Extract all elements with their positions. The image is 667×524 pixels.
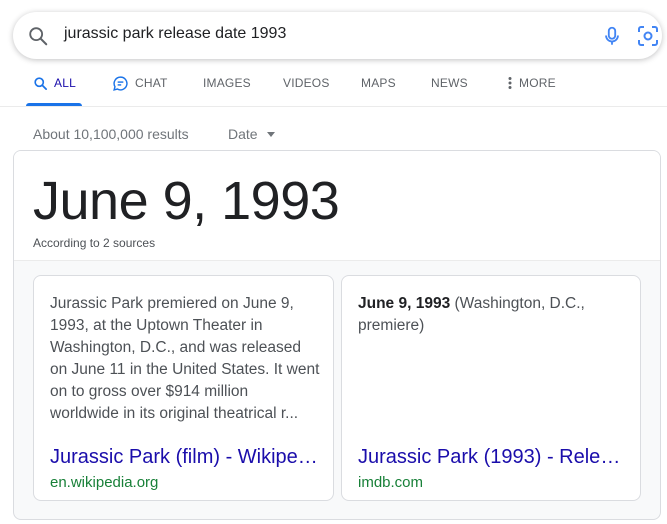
tab-chat[interactable]: CHAT <box>112 60 168 106</box>
sources-note: According to 2 sources <box>33 236 156 250</box>
tab-all[interactable]: ALL <box>33 60 76 106</box>
more-vert-icon <box>508 77 512 89</box>
source-card[interactable]: Jurassic Park premiered on June 9, 1993,… <box>33 275 334 501</box>
tab-more[interactable]: MORE <box>507 60 556 106</box>
date-filter-dropdown[interactable]: Date <box>228 126 275 142</box>
chat-icon <box>113 75 128 91</box>
tab-label: MORE <box>519 76 556 90</box>
snippet-highlight: June 9, 1993 <box>358 295 451 312</box>
caret-down-icon <box>266 131 275 137</box>
results-count: About 10,100,000 results <box>33 126 189 142</box>
source-title-link[interactable]: Jurassic Park (film) - Wikipedia <box>50 446 322 469</box>
active-tab-indicator <box>26 103 82 106</box>
tab-label: MAPS <box>361 76 396 90</box>
microphone-icon[interactable] <box>601 24 623 48</box>
tab-maps[interactable]: MAPS <box>361 60 396 106</box>
tab-label: CHAT <box>135 76 168 90</box>
tab-label: IMAGES <box>203 76 251 90</box>
camera-lens-icon[interactable] <box>636 24 660 48</box>
search-tabs: ALL CHAT IMAGES VIDEOS MAPS NEWS MORE <box>0 60 667 107</box>
tab-images[interactable]: IMAGES <box>203 60 251 106</box>
search-icon <box>29 27 48 46</box>
answer-header: June 9, 1993 According to 2 sources <box>14 151 660 261</box>
tab-label: ALL <box>54 76 76 90</box>
featured-answer-card: June 9, 1993 According to 2 sources Jura… <box>13 150 661 520</box>
answer-value: June 9, 1993 <box>33 171 340 231</box>
source-title-link[interactable]: Jurassic Park (1993) - Release info <box>358 446 630 469</box>
source-url: imdb.com <box>358 474 424 491</box>
source-url: en.wikipedia.org <box>50 474 159 491</box>
tab-label: VIDEOS <box>283 76 330 90</box>
search-icon <box>34 76 47 90</box>
search-input[interactable]: jurassic park release date 1993 <box>64 25 286 43</box>
tab-news[interactable]: NEWS <box>431 60 468 106</box>
search-bar[interactable]: jurassic park release date 1993 <box>13 12 662 59</box>
source-snippet: Jurassic Park premiered on June 9, 1993,… <box>50 295 320 422</box>
date-filter-label: Date <box>228 126 258 142</box>
tab-videos[interactable]: VIDEOS <box>283 60 330 106</box>
source-snippet: June 9, 1993 (Washington, D.C., premiere… <box>358 293 628 337</box>
source-card[interactable]: June 9, 1993 (Washington, D.C., premiere… <box>341 275 641 501</box>
tab-label: NEWS <box>431 76 468 90</box>
